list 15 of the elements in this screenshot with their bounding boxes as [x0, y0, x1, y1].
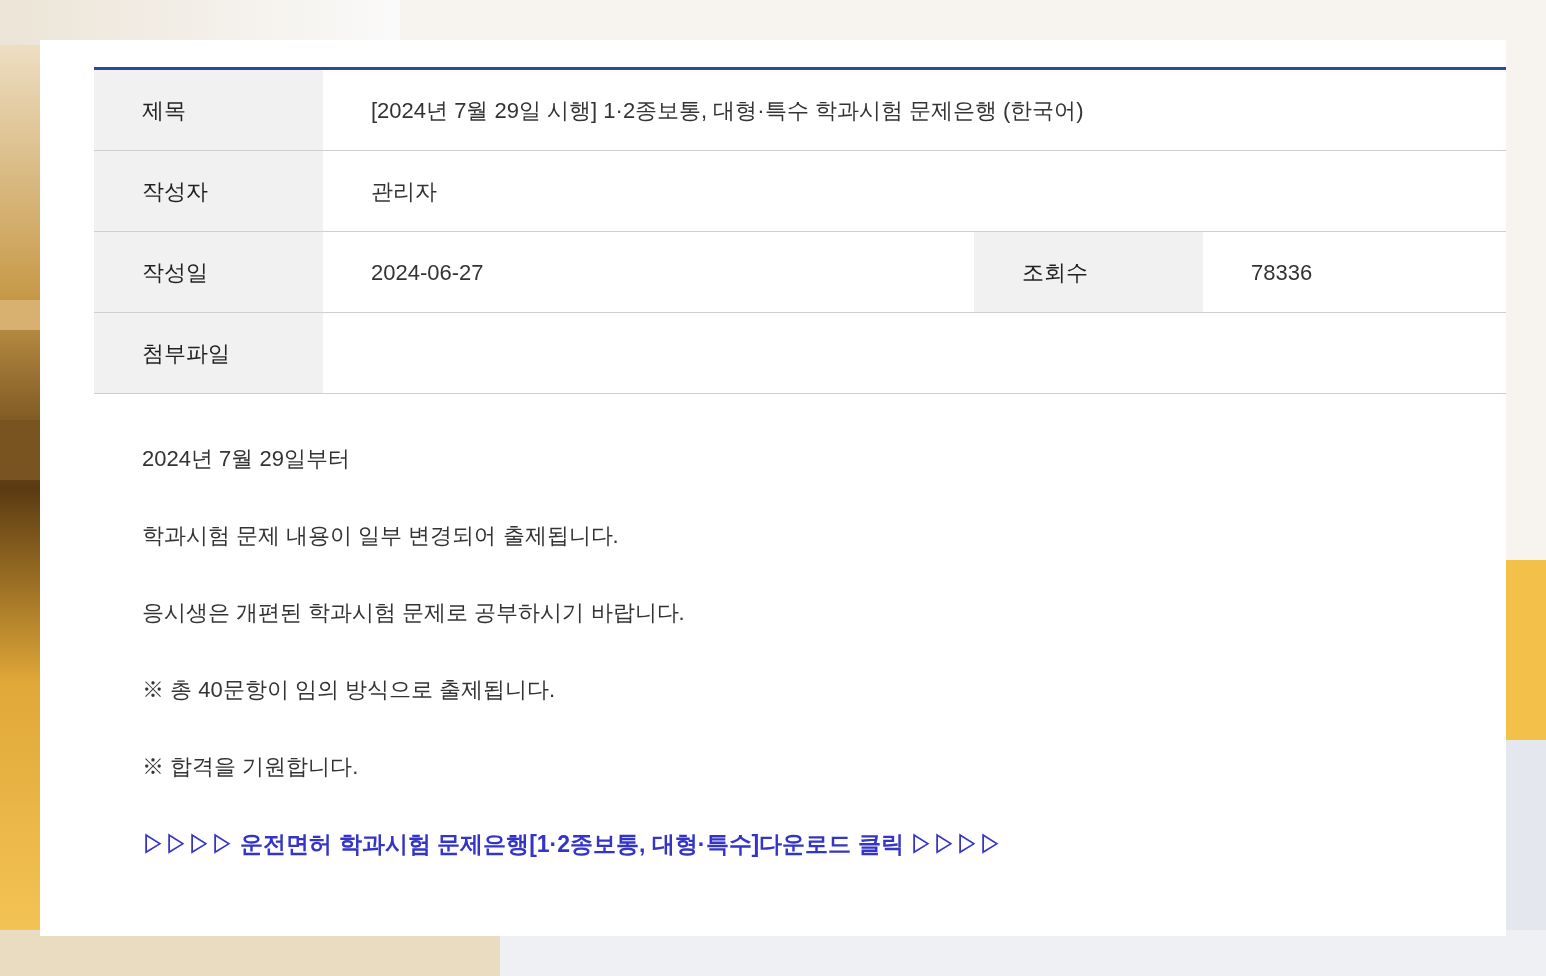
- body-paragraph: ※ 총 40문항이 임의 방식으로 출제됩니다.: [142, 676, 557, 704]
- field-label: 제목: [142, 96, 186, 125]
- body-paragraph: 응시생은 개편된 학과시험 문제로 공부하시기 바랍니다.: [142, 599, 686, 627]
- body-paragraph: 2024년 7월 29일부터: [142, 445, 351, 473]
- field-label: 작성일: [142, 258, 208, 287]
- body-paragraph: 학과시험 문제 내용이 일부 변경되어 출제됩니다.: [142, 522, 620, 550]
- field-value: 78336: [1251, 258, 1313, 287]
- field-value: 관리자: [371, 177, 437, 206]
- field-label: 첨부파일: [142, 339, 230, 368]
- body-paragraph: ※ 합격을 기원합니다.: [142, 753, 360, 781]
- field-value: 2024-06-27: [371, 258, 484, 287]
- field-label: 조회수: [1022, 258, 1088, 287]
- download-link[interactable]: ▷▷▷▷ 운전면허 학과시험 문제은행[1·2종보통, 대형·특수]다운로드 클릭 ▷▷▷▷: [142, 829, 1002, 859]
- field-value: [2024년 7월 29일 시행] 1·2종보통, 대형·특수 학과시험 문제은행 (한국어): [371, 96, 1084, 125]
- field-label: 작성자: [142, 177, 208, 206]
